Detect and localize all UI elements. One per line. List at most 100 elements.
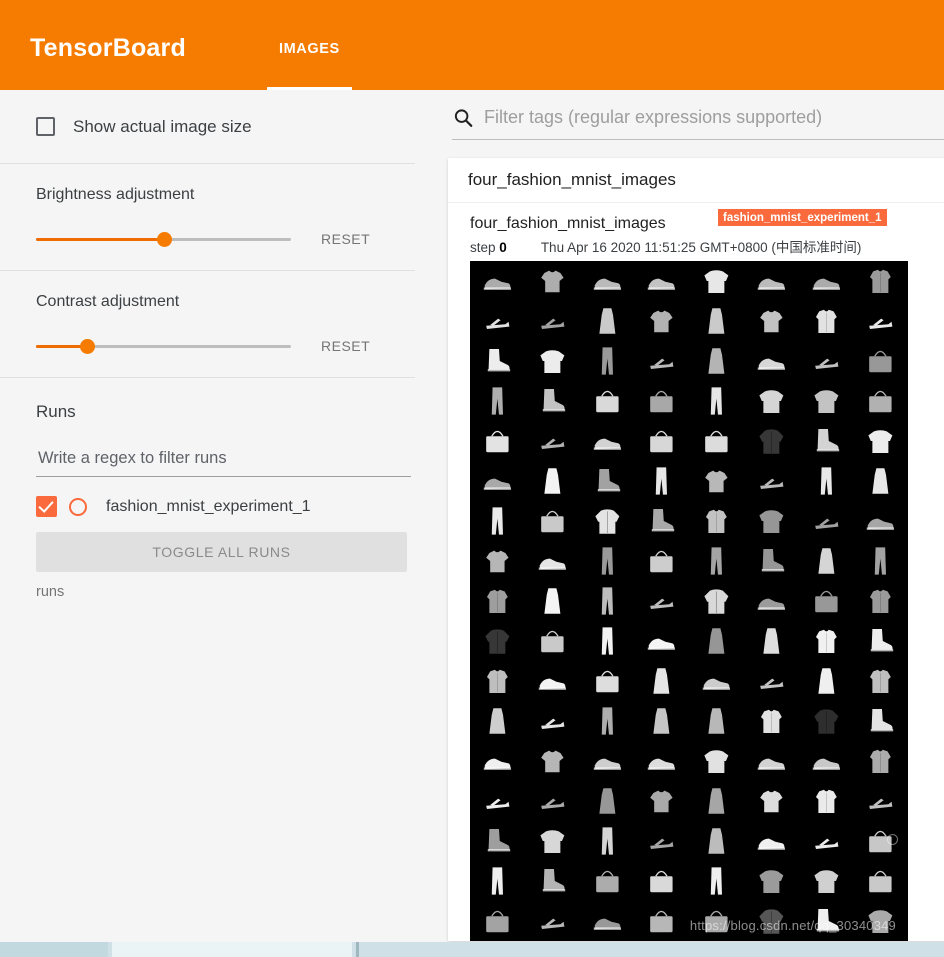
step-indicator: step 0 [470,240,507,255]
brightness-reset-button[interactable]: RESET [321,231,370,247]
fashion-mnist-cell [525,341,580,381]
fashion-mnist-cell [470,341,525,381]
step-prefix: step [470,240,496,255]
fashion-mnist-cell [689,341,744,381]
fashion-mnist-cell [799,781,854,821]
fashion-mnist-cell [744,661,799,701]
show-actual-image-size-label: Show actual image size [73,116,252,136]
run-checkbox[interactable] [36,496,57,517]
fashion-mnist-cell [799,821,854,861]
fashion-mnist-cell [853,781,908,821]
timestamp: Thu Apr 16 2020 11:51:25 GMT+0800 (中国标准时… [540,240,862,255]
fashion-mnist-cell [799,541,854,581]
left-sidebar: Show actual image size Brightness adjust… [0,90,440,942]
fashion-mnist-cell [470,821,525,861]
nav-tabs: IMAGES [266,0,352,90]
fashion-mnist-cell [853,381,908,421]
toggle-all-runs-button[interactable]: TOGGLE ALL RUNS [36,532,407,572]
contrast-thumb[interactable] [80,339,95,354]
fashion-mnist-cell [799,581,854,621]
fashion-mnist-cell [744,821,799,861]
scrollbar-thumb[interactable] [112,942,352,957]
scrollbar-segment-left[interactable] [0,942,108,957]
fashion-mnist-cell [744,741,799,781]
fashion-mnist-cell [525,501,580,541]
show-actual-image-size-checkbox[interactable] [36,117,55,136]
show-actual-image-size-row[interactable]: Show actual image size [0,90,440,163]
fashion-mnist-cell [634,461,689,501]
step-value: 0 [499,240,507,255]
fashion-mnist-cell [580,861,635,901]
fashion-mnist-cell [799,381,854,421]
fashion-mnist-cell [799,861,854,901]
fashion-mnist-cell [689,701,744,741]
fashion-mnist-cell [744,861,799,901]
fashion-mnist-cell [689,381,744,421]
fashion-mnist-cell [634,581,689,621]
fashion-mnist-cell [744,261,799,301]
fashion-mnist-cell [525,301,580,341]
fashion-mnist-cell [634,901,689,941]
fashion-mnist-cell [580,261,635,301]
fashion-mnist-cell [853,461,908,501]
fashion-mnist-cell [525,541,580,581]
tag-filter-bar[interactable] [452,106,944,140]
fashion-mnist-cell [689,301,744,341]
fashion-mnist-cell [744,461,799,501]
tag-filter-input[interactable] [482,106,944,129]
fashion-mnist-cell [525,661,580,701]
fashion-mnist-cell [470,461,525,501]
fashion-mnist-cell [634,701,689,741]
scrollbar-divider [356,942,359,957]
fashion-mnist-cell [634,821,689,861]
fashion-mnist-cell [634,381,689,421]
fashion-mnist-cell [689,621,744,661]
app-title: TensorBoard [30,34,186,62]
fashion-mnist-cell [799,261,854,301]
fashion-mnist-cell [580,821,635,861]
runs-filter[interactable] [36,448,411,477]
fashion-mnist-cell [634,741,689,781]
fashion-mnist-cell [470,621,525,661]
tensorboard-app: TensorBoard IMAGES Show actual image siz… [0,0,944,957]
fashion-mnist-cell [634,621,689,661]
fashion-mnist-cell [580,341,635,381]
image-card-title: four_fashion_mnist_images [470,215,666,232]
fashion-mnist-cell [799,621,854,661]
fashion-mnist-cell [853,741,908,781]
fashion-mnist-cell [580,621,635,661]
contrast-reset-button[interactable]: RESET [321,338,370,354]
fashion-mnist-cell [580,701,635,741]
fashion-mnist-cell [525,381,580,421]
top-app-bar: TensorBoard IMAGES [0,0,944,90]
brightness-thumb[interactable] [156,232,172,247]
horizontal-scrollbar[interactable] [0,942,944,957]
fashion-mnist-cell [470,781,525,821]
fashion-mnist-cell [744,901,799,941]
tag-group-card: four_fashion_mnist_images four_fashion_m… [448,158,944,941]
fashion-mnist-cell [580,581,635,621]
tab-images[interactable]: IMAGES [266,41,352,90]
run-color-radio-icon[interactable] [69,497,87,516]
image-corner-marker-icon [887,834,898,845]
brightness-label: Brightness adjustment [36,186,195,203]
fashion-mnist-cell [689,581,744,621]
run-item-fashion-mnist-experiment-1[interactable]: fashion_mnist_experiment_1 [36,496,440,517]
fashion-mnist-cell [853,261,908,301]
runs-filter-input[interactable] [36,448,411,469]
fashion-mnist-cell [634,501,689,541]
brightness-slider[interactable] [36,230,291,248]
fashion-mnist-image[interactable]: https://blog.csdn.net/qq_30340349 [470,261,908,941]
fashion-mnist-cell [525,901,580,941]
tag-group-header[interactable]: four_fashion_mnist_images [448,158,944,203]
fashion-mnist-cell [744,781,799,821]
fashion-mnist-cell [580,421,635,461]
scrollbar-track[interactable] [360,942,944,957]
fashion-mnist-cell [853,421,908,461]
fashion-mnist-cell [634,341,689,381]
fashion-mnist-cell [525,741,580,781]
fashion-mnist-cell [634,861,689,901]
runs-heading: Runs [36,402,76,421]
fashion-mnist-cell [525,581,580,621]
contrast-slider[interactable] [36,337,291,355]
